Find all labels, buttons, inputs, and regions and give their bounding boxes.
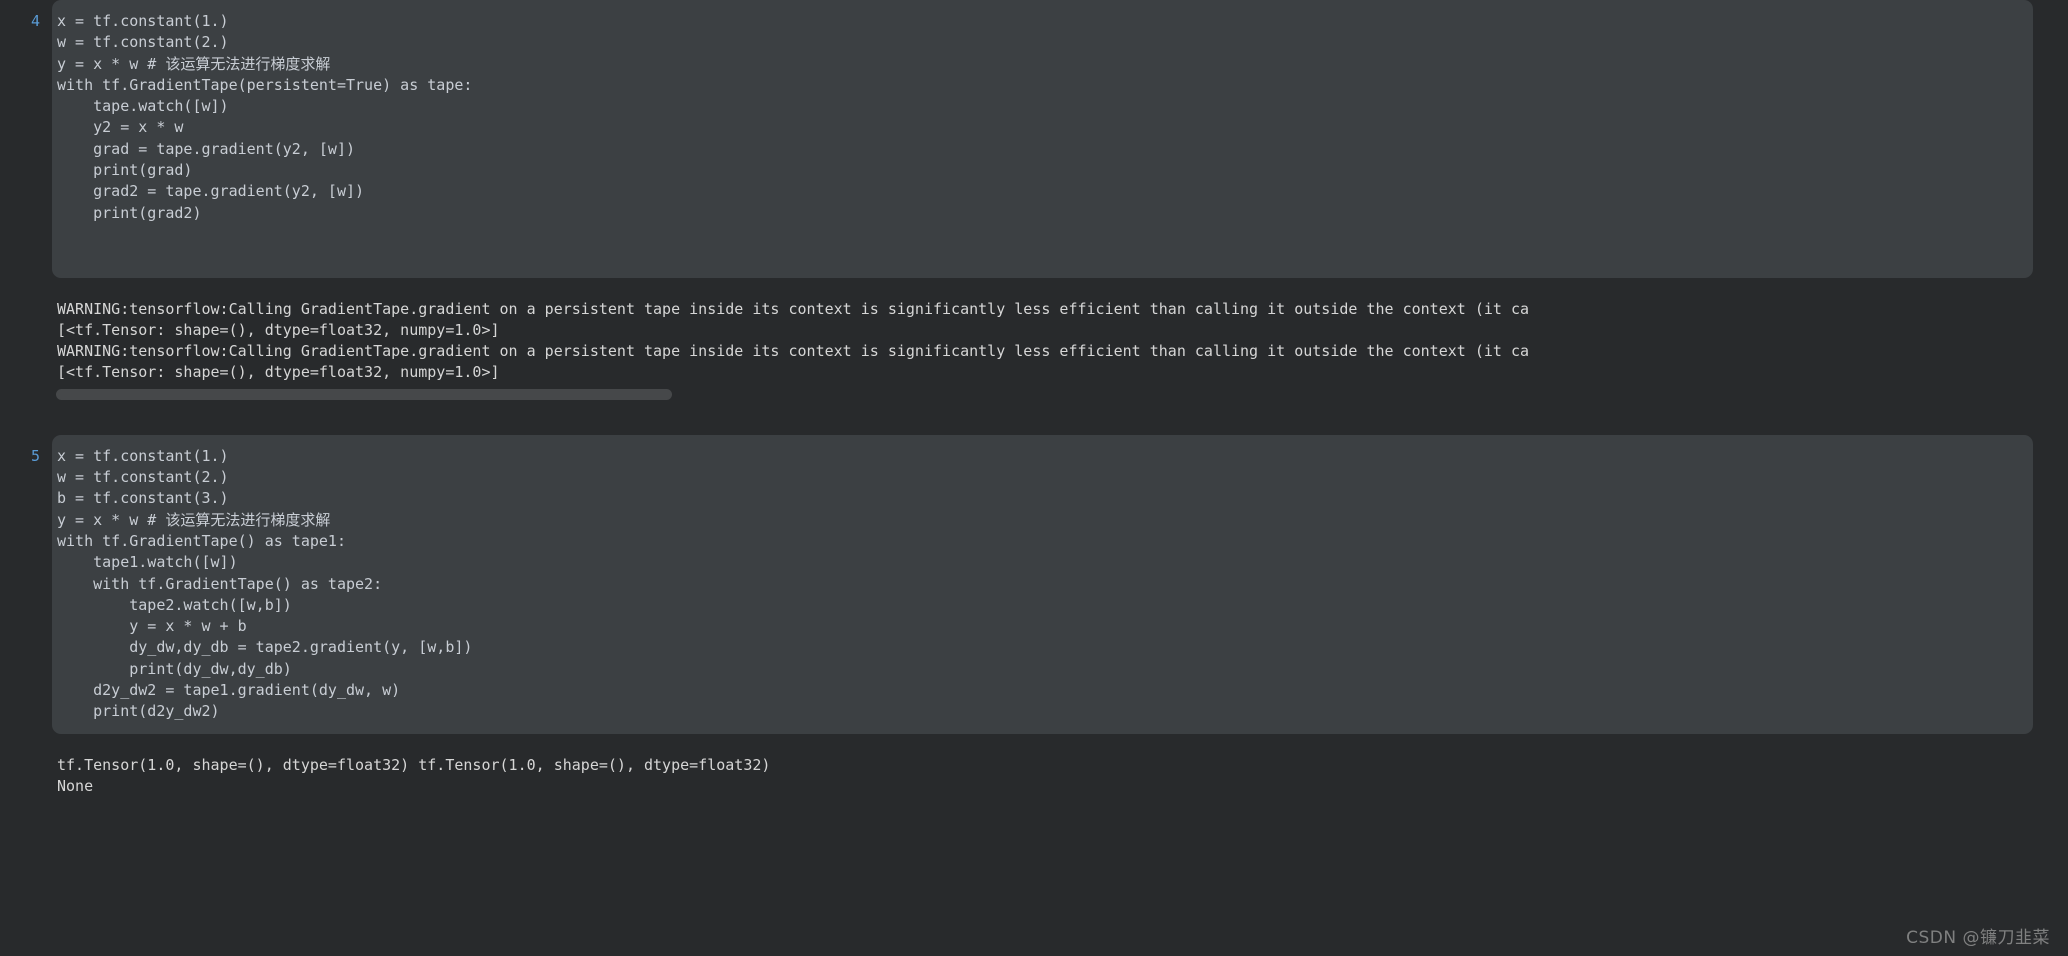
cell-prompt-number: 4 [30,12,40,30]
code-line: y = x * w # 该运算无法进行梯度求解 [57,510,331,529]
scrollbar-thumb[interactable] [56,388,672,400]
code-line: tape2.watch([w,b]) [57,595,292,614]
code-line: dy_dw,dy_db = tape2.gradient(y, [w,b]) [57,638,473,657]
code-editor-wrap: x = tf.constant(1.) w = tf.constant(2.) … [52,434,2068,734]
output-line: WARNING:tensorflow:Calling GradientTape.… [57,299,1530,318]
code-line: grad = tape.gradient(y2, [w]) [57,139,356,158]
code-editor-wrap: x = tf.constant(1.) w = tf.constant(2.) … [52,0,2068,278]
notebook-cell: 4 x = tf.constant(1.) w = tf.constant(2.… [0,0,2068,278]
cell-prompt-number: 5 [30,446,40,465]
code-line: w = tf.constant(2.) [57,468,229,487]
code-line: x = tf.constant(1.) [57,446,229,465]
notebook-page: 4 x = tf.constant(1.) w = tf.constant(2.… [0,0,2068,956]
output-horizontal-scrollbar[interactable] [52,388,2068,401]
code-editor[interactable]: x = tf.constant(1.) w = tf.constant(2.) … [52,434,2033,734]
output-line: None [57,776,94,795]
code-line: with tf.GradientTape() as tape1: [57,531,346,550]
code-line: d2y_dw2 = tape1.gradient(dy_dw, w) [57,681,401,700]
code-line: print(d2y_dw2) [57,702,220,721]
code-line: grad2 = tape.gradient(y2, [w]) [57,182,365,201]
code-line: print(dy_dw,dy_db) [57,659,292,678]
csdn-watermark: CSDN @镰刀韭菜 [1906,928,2050,948]
code-line: y2 = x * w [57,118,184,137]
code-line: tape1.watch([w]) [57,553,238,572]
code-line: with tf.GradientTape() as tape2: [57,574,383,593]
code-line: y = x * w + b [57,617,247,636]
output-line: WARNING:tensorflow:Calling GradientTape.… [57,342,1530,361]
notebook-cell: 5 x = tf.constant(1.) w = tf.constant(2.… [0,434,2068,734]
code-line: b = tf.constant(3.) [57,489,229,508]
code-line: tape.watch([w]) [57,97,229,116]
code-line: with tf.GradientTape(persistent=True) as… [57,75,473,94]
code-editor[interactable]: x = tf.constant(1.) w = tf.constant(2.) … [52,0,2033,278]
output-line: [<tf.Tensor: shape=(), dtype=float32, nu… [57,363,500,382]
code-line: print(grad2) [57,203,202,222]
code-line: print(grad) [57,161,193,180]
code-line: x = tf.constant(1.) [57,12,229,30]
code-line: w = tf.constant(2.) [57,33,229,52]
output-line: tf.Tensor(1.0, shape=(), dtype=float32) … [57,755,771,774]
cell-output: tf.Tensor(1.0, shape=(), dtype=float32) … [52,746,2068,798]
code-line: y = x * w # 该运算无法进行梯度求解 [57,54,331,73]
output-line: [<tf.Tensor: shape=(), dtype=float32, nu… [57,320,500,339]
cell-output: WARNING:tensorflow:Calling GradientTape.… [52,290,2068,384]
